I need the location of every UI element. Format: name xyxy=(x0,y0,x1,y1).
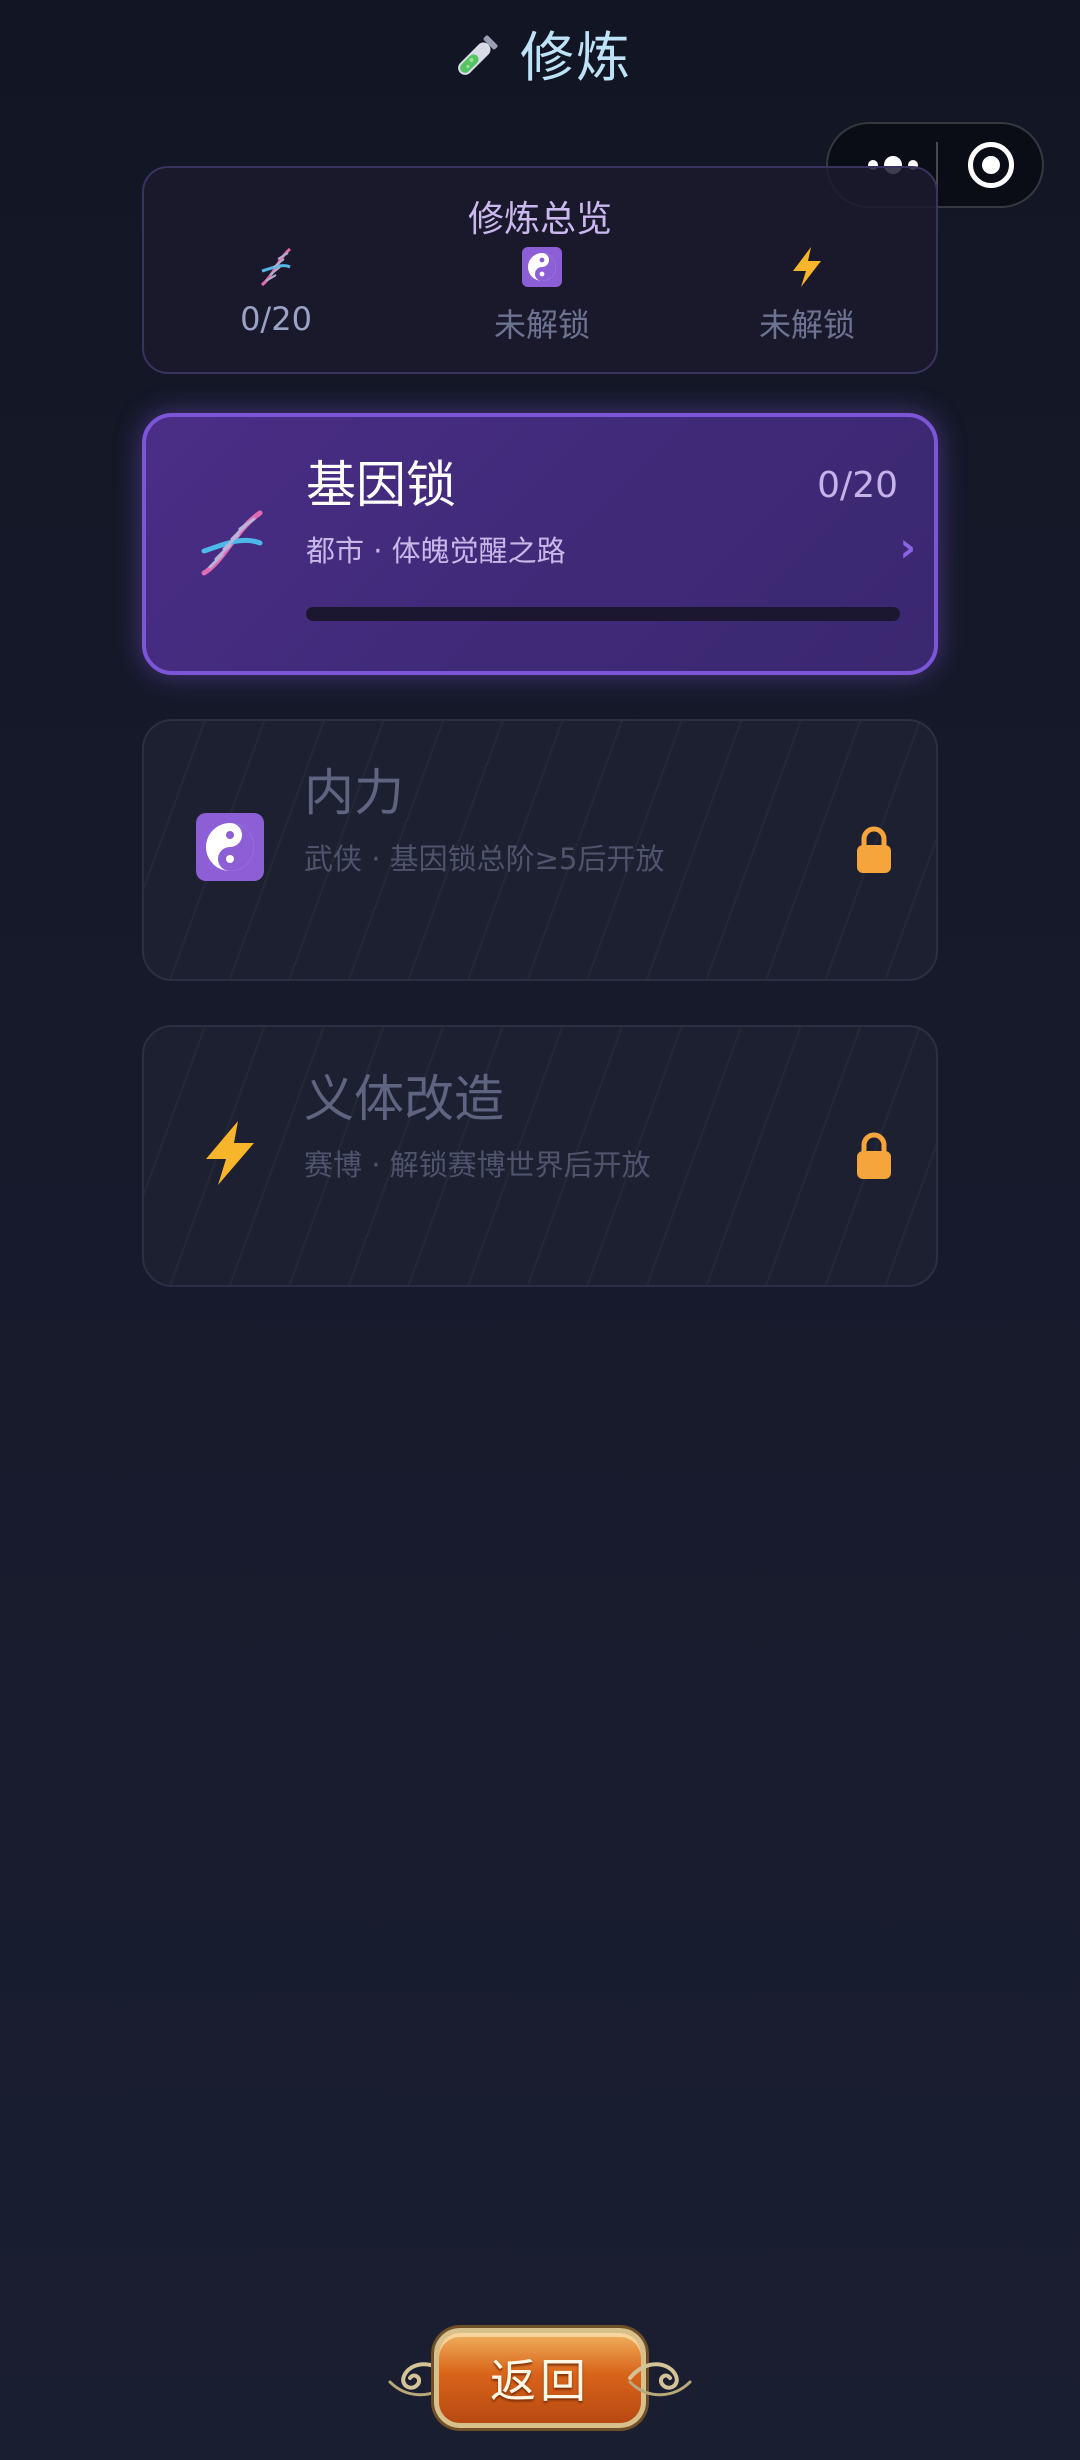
card-title: 基因锁 xyxy=(306,456,456,514)
back-button-label: 返回 xyxy=(490,2354,590,2408)
yin-yang-icon xyxy=(522,247,562,287)
lock-icon xyxy=(857,826,891,873)
page-title-group: 修炼 xyxy=(0,28,1080,88)
lightning-icon xyxy=(206,1121,254,1185)
stat-gene-lock-value: 0/20 xyxy=(240,300,312,338)
stat-inner-power-value: 未解锁 xyxy=(493,306,590,344)
ornament-scroll-icon xyxy=(628,2362,692,2397)
chevron-right-icon: › xyxy=(899,525,916,571)
cultivation-overview-panel: 修炼总览 0/20 未解锁 未解锁 xyxy=(142,166,938,374)
card-cyber-body[interactable]: 义体改造 赛博 · 解锁赛博世界后开放 xyxy=(142,1025,938,1287)
card-title: 义体改造 xyxy=(304,1070,504,1128)
card-gene-lock[interactable]: 基因锁 0/20 都市 · 体魄觉醒之路 › xyxy=(142,413,938,675)
back-button[interactable]: 返回 xyxy=(434,2328,646,2428)
page-title: 修炼 xyxy=(520,26,632,89)
overview-title: 修炼总览 xyxy=(467,199,612,240)
dna-icon xyxy=(260,247,292,287)
stat-gene-lock: 0/20 xyxy=(176,244,376,338)
target-close-icon[interactable] xyxy=(968,142,1014,188)
lock-icon xyxy=(857,1132,891,1179)
yin-yang-icon xyxy=(196,813,264,881)
back-button-frame: 返回 xyxy=(384,2318,696,2438)
test-tube-icon xyxy=(458,35,498,75)
stat-cyber-body: 未解锁 xyxy=(707,244,907,346)
card-subtitle: 赛博 · 解锁赛博世界后开放 xyxy=(304,1148,651,1182)
lightning-icon xyxy=(793,247,821,287)
progress-bar xyxy=(306,607,900,621)
card-inner-power[interactable]: 内力 武侠 · 基因锁总阶≥5后开放 xyxy=(142,719,938,981)
stat-inner-power: 未解锁 xyxy=(442,244,642,346)
top-bar: 修炼 xyxy=(0,0,1080,208)
card-progress-count: 0/20 xyxy=(817,465,898,506)
card-subtitle: 都市 · 体魄觉醒之路 xyxy=(306,534,566,568)
stat-cyber-body-value: 未解锁 xyxy=(758,306,855,344)
dna-icon xyxy=(201,510,263,576)
card-title: 内力 xyxy=(304,764,404,822)
card-subtitle: 武侠 · 基因锁总阶≥5后开放 xyxy=(304,842,665,876)
